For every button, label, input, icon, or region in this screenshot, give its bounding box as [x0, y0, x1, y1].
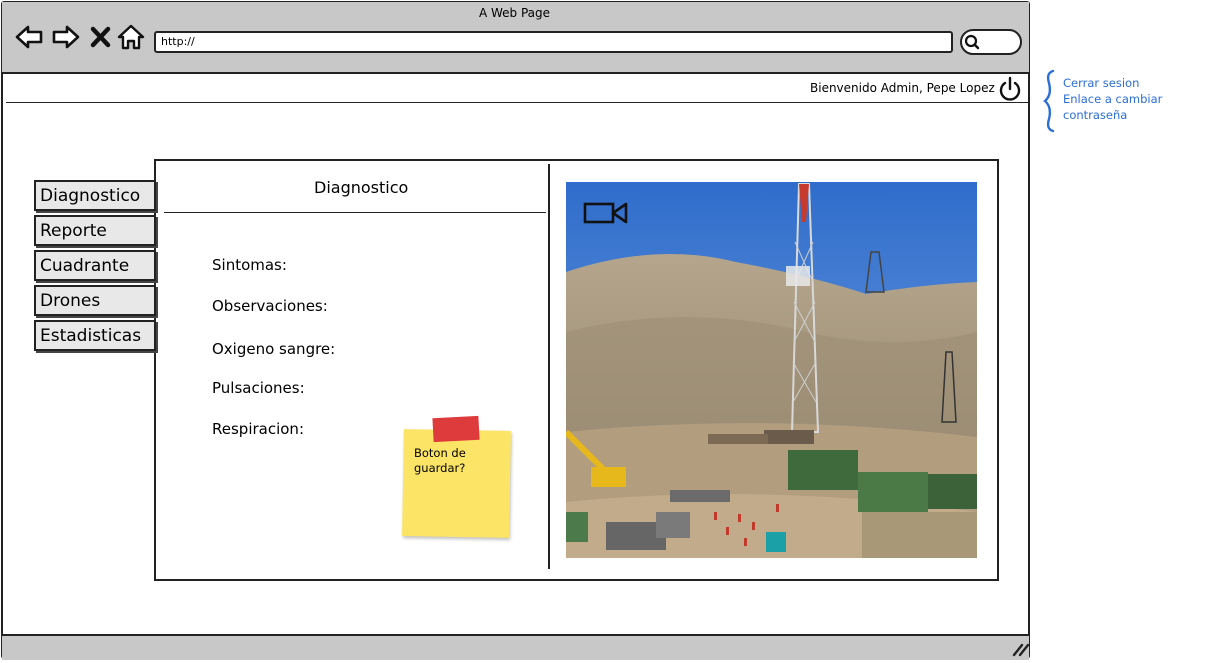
note-contrasena: contraseña [1063, 108, 1128, 122]
field-sintomas: Sintomas: [212, 256, 287, 274]
nav-cuadrante[interactable]: Cuadrante [34, 250, 156, 281]
window-title: A Web Page [478, 6, 551, 20]
panel-title: Diagnostico [314, 178, 409, 197]
title-divider [164, 212, 546, 213]
welcome-text: Bienvenido Admin, Pepe Lopez [810, 81, 995, 95]
search-icon [964, 34, 980, 50]
note-cerrar-sesion: Cerrar sesion [1063, 76, 1140, 90]
video-camera-icon[interactable] [583, 200, 629, 226]
mine-site-photo [566, 182, 977, 558]
header-divider [6, 102, 1028, 103]
search-field[interactable] [960, 29, 1022, 55]
field-pulsaciones: Pulsaciones: [212, 379, 305, 397]
nav-diagnostico[interactable]: Diagnostico [34, 180, 156, 211]
field-observaciones: Observaciones: [212, 297, 328, 315]
field-respiracion: Respiracion: [212, 420, 304, 438]
nav-drones[interactable]: Drones [34, 285, 156, 316]
status-bar [2, 634, 1029, 660]
back-arrow-icon[interactable] [14, 23, 44, 51]
panel-divider [548, 164, 550, 569]
url-field[interactable]: http:// [154, 31, 953, 53]
forward-arrow-icon[interactable] [51, 23, 81, 51]
resize-grip-icon[interactable] [1011, 641, 1029, 657]
nav-reporte[interactable]: Reporte [34, 215, 156, 246]
sticky-note-text: Boton de guardar? [414, 446, 466, 475]
power-icon[interactable] [997, 76, 1023, 102]
field-oxigeno-sangre: Oxigeno sangre: [212, 340, 336, 358]
close-x-icon[interactable] [88, 23, 114, 51]
note-cambiar-contrasena: Enlace a cambiar [1063, 92, 1163, 106]
tape [432, 415, 480, 443]
curly-brace-icon [1043, 69, 1055, 133]
nav-estadisticas[interactable]: Estadisticas [34, 320, 156, 351]
home-icon[interactable] [116, 23, 146, 51]
